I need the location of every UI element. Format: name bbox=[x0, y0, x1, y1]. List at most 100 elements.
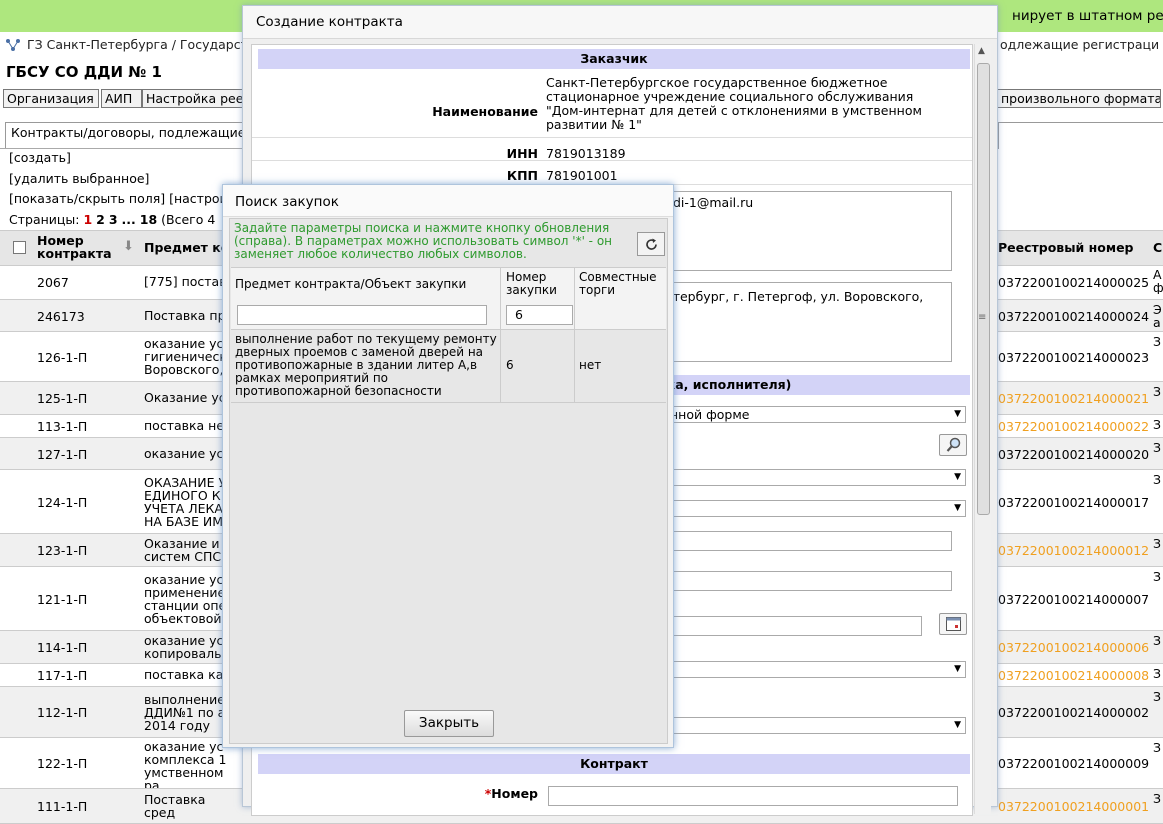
pager-total: (Всего 4 bbox=[161, 212, 216, 227]
sort-arrow-icon[interactable]: ⬇ bbox=[123, 239, 134, 254]
number-label: *Номер bbox=[484, 786, 538, 801]
col-divider bbox=[500, 330, 501, 402]
select-field-5[interactable]: ▼ bbox=[666, 717, 966, 734]
subject-filter-input[interactable] bbox=[237, 305, 487, 325]
pager-label: Страницы: bbox=[9, 212, 80, 227]
tab-contracts[interactable]: Контракты/договоры, подлежащие bbox=[5, 122, 245, 148]
contract-subject: Поставка сред bbox=[144, 793, 206, 820]
text-field-1[interactable] bbox=[666, 531, 952, 551]
search-button[interactable] bbox=[939, 434, 967, 456]
scroll-grip-icon: ≡ bbox=[978, 312, 987, 323]
nav-org-button[interactable]: Организация bbox=[3, 89, 99, 108]
row-status: З bbox=[1153, 441, 1162, 454]
page-3[interactable]: 3 bbox=[109, 212, 118, 227]
row-status: З bbox=[1153, 690, 1162, 703]
calendar-button[interactable] bbox=[939, 613, 967, 635]
breadcrumb-left[interactable]: ГЗ Санкт-Петербурга / Государст bbox=[27, 37, 248, 52]
toggle-fields-link[interactable]: [показать/скрыть поля] [настрои bbox=[9, 191, 228, 206]
registry-number[interactable]: 0372200100214000023 bbox=[998, 350, 1149, 365]
registry-number[interactable]: 0372200100214000001 bbox=[998, 799, 1149, 814]
contract-section-header: Контракт bbox=[258, 754, 970, 774]
delete-selected-link[interactable]: [удалить выбранное] bbox=[9, 171, 149, 186]
dialog-titlebar[interactable]: Создание контракта bbox=[243, 6, 997, 39]
col-subject-header[interactable]: Предмет контракта/Объект закупки bbox=[235, 278, 466, 291]
registry-number[interactable]: 0372200100214000021 bbox=[998, 391, 1149, 406]
page-dots: ... bbox=[121, 212, 136, 227]
col-divider bbox=[500, 301, 501, 329]
page-2[interactable]: 2 bbox=[96, 212, 105, 227]
refresh-button[interactable] bbox=[637, 232, 665, 256]
select-field-3[interactable]: ▼ bbox=[666, 500, 966, 517]
form-select[interactable]: нной форме ▼ bbox=[666, 406, 966, 423]
number-filter-input[interactable]: 6 bbox=[506, 305, 573, 325]
search-dialog-body: Задайте параметры поиска и нажмите кнопк… bbox=[229, 218, 668, 744]
refresh-icon bbox=[646, 238, 657, 250]
select-all-checkbox[interactable] bbox=[13, 241, 26, 254]
page-1[interactable]: 1 bbox=[83, 212, 92, 227]
col-last-header[interactable]: С bbox=[1153, 240, 1162, 255]
name-label: Наименование bbox=[432, 104, 538, 119]
chevron-down-icon: ▼ bbox=[954, 472, 961, 482]
row-status: З bbox=[1153, 741, 1162, 754]
scroll-up-icon[interactable]: ▲ bbox=[978, 46, 985, 56]
name-value: Санкт-Петербургское государственное бюдж… bbox=[546, 75, 922, 132]
page-18[interactable]: 18 bbox=[140, 212, 157, 227]
col-number-header[interactable]: Номер контракта bbox=[37, 234, 112, 260]
col-number-header[interactable]: Номер закупки bbox=[506, 271, 566, 297]
registry-number[interactable]: 0372200100214000007 bbox=[998, 592, 1149, 607]
inn-value: 7819013189 bbox=[546, 146, 626, 161]
nav-settings-button[interactable]: Настройка рее bbox=[142, 89, 244, 108]
banner-text: нирует в штатном реж bbox=[1012, 8, 1163, 24]
network-icon bbox=[6, 39, 20, 51]
select-field-4[interactable]: ▼ bbox=[666, 661, 966, 678]
registry-number[interactable]: 0372200100214000025 bbox=[998, 275, 1149, 290]
scroll-thumb[interactable] bbox=[977, 63, 990, 515]
tab-other[interactable] bbox=[998, 122, 1163, 149]
row-status: З bbox=[1153, 667, 1162, 680]
contract-number-field[interactable] bbox=[548, 786, 958, 806]
search-hint: Задайте параметры поиска и нажмите кнопк… bbox=[234, 221, 613, 261]
breadcrumb-right[interactable]: одлежащие регистраци bbox=[1000, 37, 1159, 52]
col-reg-header[interactable]: Реестровый номер bbox=[998, 240, 1134, 255]
date-field[interactable] bbox=[666, 616, 922, 636]
chevron-down-icon: ▼ bbox=[954, 664, 961, 674]
nav-aip-button[interactable]: АИП bbox=[101, 89, 142, 108]
col-subject-header[interactable]: Предмет ко bbox=[144, 240, 229, 255]
pager: Страницы: 1 2 3 ... 18 (Всего 4 bbox=[9, 212, 215, 227]
registry-number[interactable]: 0372200100214000006 bbox=[998, 640, 1149, 655]
contract-number: 2067 bbox=[37, 275, 69, 290]
registry-number[interactable]: 0372200100214000002 bbox=[998, 705, 1149, 720]
contract-number: 117-1-П bbox=[37, 668, 88, 683]
search-dialog-titlebar[interactable]: Поиск закупок bbox=[223, 185, 673, 217]
col-joint-header[interactable]: Совместные торги bbox=[579, 271, 659, 297]
text-field-2[interactable] bbox=[666, 571, 952, 591]
nav-custom-format-button[interactable]: произвольного формата bbox=[997, 89, 1161, 108]
search-dialog-title: Поиск закупок bbox=[235, 194, 339, 210]
contract-number: 121-1-П bbox=[37, 591, 88, 607]
form-select-value: нной форме bbox=[670, 407, 750, 422]
registry-number[interactable]: 0372200100214000008 bbox=[998, 668, 1149, 683]
result-row[interactable]: выполнение работ по текущему ремонту две… bbox=[231, 330, 666, 403]
magnifier-icon bbox=[946, 437, 961, 452]
row-status: З bbox=[1153, 335, 1162, 348]
row-status: З bbox=[1153, 385, 1162, 398]
registry-number[interactable]: 0372200100214000012 bbox=[998, 543, 1149, 558]
supplier-header-text: ика, исполнителя) bbox=[658, 377, 792, 392]
result-number: 6 bbox=[506, 358, 514, 372]
create-link[interactable]: [создать] bbox=[9, 150, 71, 165]
contract-number: 126-1-П bbox=[37, 349, 88, 365]
search-purchases-dialog: Поиск закупок Задайте параметры поиска и… bbox=[222, 184, 674, 748]
select-field-2[interactable]: ▼ bbox=[666, 469, 966, 486]
registry-number[interactable]: 0372200100214000022 bbox=[998, 419, 1149, 434]
registry-number[interactable]: 0372200100214000020 bbox=[998, 447, 1149, 462]
contract-number: 124-1-П bbox=[37, 494, 88, 510]
close-button[interactable]: Закрыть bbox=[404, 710, 494, 737]
col-divider bbox=[574, 301, 575, 329]
contract-number: 246173 bbox=[37, 308, 85, 324]
calendar-icon bbox=[946, 617, 961, 631]
registry-number[interactable]: 0372200100214000024 bbox=[998, 309, 1149, 324]
address-value: етербург, г. Петергоф, ул. Воровского, bbox=[665, 289, 924, 304]
dialog-scrollbar[interactable]: ▲ ≡ bbox=[974, 44, 991, 814]
registry-number[interactable]: 0372200100214000017 bbox=[998, 495, 1149, 510]
registry-number[interactable]: 0372200100214000009 bbox=[998, 756, 1149, 771]
